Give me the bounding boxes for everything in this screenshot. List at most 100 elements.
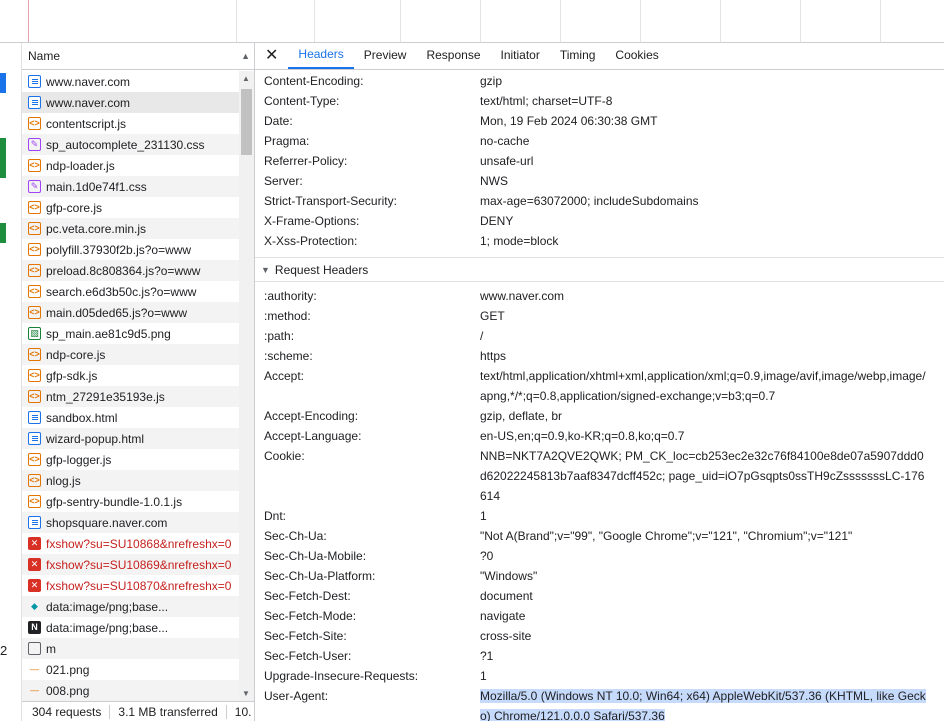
divider xyxy=(109,704,111,719)
header-value[interactable]: navigate xyxy=(480,606,930,626)
header-value[interactable]: max-age=63072000; includeSubdomains xyxy=(480,191,930,211)
timeline-dom-marker xyxy=(28,0,29,42)
header-value[interactable]: unsafe-url xyxy=(480,151,930,171)
header-value[interactable]: "Not A(Brand";v="99", "Google Chrome";v=… xyxy=(480,526,930,546)
request-name: gfp-core.js xyxy=(46,200,103,215)
document-icon xyxy=(28,75,41,88)
request-row[interactable]: <> search.e6d3b50c.js?o=www xyxy=(22,281,240,302)
script-icon: <> xyxy=(28,306,41,319)
stylesheet-icon: ✎ xyxy=(28,180,41,193)
header-value[interactable]: gzip xyxy=(480,71,930,91)
request-row[interactable]: ✕ fxshow?su=SU10870&nrefreshx=0 xyxy=(22,575,240,596)
request-row[interactable]: <> pc.veta.core.min.js xyxy=(22,218,240,239)
tab-cookies[interactable]: Cookies xyxy=(605,42,668,69)
request-row[interactable]: m xyxy=(22,638,240,659)
timeline-gridline xyxy=(314,0,315,42)
request-row[interactable]: wizard-popup.html xyxy=(22,428,240,449)
header-value[interactable]: www.naver.com xyxy=(480,286,930,306)
header-row: Sec-Ch-Ua-Platform: "Windows" xyxy=(255,566,944,586)
header-name: Sec-Ch-Ua: xyxy=(264,529,327,543)
request-row[interactable]: <> ndp-loader.js xyxy=(22,155,240,176)
header-value[interactable]: DENY xyxy=(480,211,930,231)
request-row[interactable]: — 008.png xyxy=(22,680,240,701)
header-row: :authority: www.naver.com xyxy=(255,286,944,306)
scroll-up-icon[interactable]: ▲ xyxy=(242,74,250,83)
tab-headers[interactable]: Headers xyxy=(288,42,354,69)
header-value[interactable]: NWS xyxy=(480,171,930,191)
request-name: ntm_27291e35193e.js xyxy=(46,389,165,404)
request-row[interactable]: www.naver.com xyxy=(22,92,240,113)
request-row[interactable]: <> preload.8c808364.js?o=www xyxy=(22,260,240,281)
header-name: Pragma: xyxy=(264,134,310,148)
header-value[interactable]: Mon, 19 Feb 2024 06:30:38 GMT xyxy=(480,111,930,131)
header-value[interactable]: no-cache xyxy=(480,131,930,151)
tab-timing[interactable]: Timing xyxy=(550,42,606,69)
tab-preview[interactable]: Preview xyxy=(354,42,417,69)
header-value[interactable]: ?0 xyxy=(480,546,930,566)
header-row: Referrer-Policy: unsafe-url xyxy=(255,151,944,171)
header-row: Accept-Language: en-US,en;q=0.9,ko-KR;q=0… xyxy=(255,426,944,446)
header-name: Date: xyxy=(264,114,293,128)
name-column-header[interactable]: Name xyxy=(28,49,60,63)
request-headers-section-toggle[interactable]: ▼ Request Headers xyxy=(255,257,944,282)
tab-response[interactable]: Response xyxy=(416,42,490,69)
header-value[interactable]: Mozilla/5.0 (Windows NT 10.0; Win64; x64… xyxy=(480,686,930,721)
header-value[interactable]: text/html,application/xhtml+xml,applicat… xyxy=(480,366,930,406)
request-row[interactable]: ▧ sp_main.ae81c9d5.png xyxy=(22,323,240,344)
header-value[interactable]: document xyxy=(480,586,930,606)
request-row[interactable]: — 021.png xyxy=(22,659,240,680)
request-row[interactable]: www.naver.com xyxy=(22,71,240,92)
header-value[interactable]: en-US,en;q=0.9,ko-KR;q=0.8,ko;q=0.7 xyxy=(480,426,930,446)
header-value[interactable]: cross-site xyxy=(480,626,930,646)
header-value[interactable]: "Windows" xyxy=(480,566,930,586)
request-row[interactable]: sandbox.html xyxy=(22,407,240,428)
header-row: Pragma: no-cache xyxy=(255,131,944,151)
header-value[interactable]: text/html; charset=UTF-8 xyxy=(480,91,930,111)
request-row[interactable]: <> ntm_27291e35193e.js xyxy=(22,386,240,407)
script-icon: <> xyxy=(28,243,41,256)
header-value[interactable]: GET xyxy=(480,306,930,326)
document-icon xyxy=(28,516,41,529)
header-row: User-Agent: Mozilla/5.0 (Windows NT 10.0;… xyxy=(255,686,944,721)
header-value[interactable]: 1 xyxy=(480,666,930,686)
request-row[interactable]: <> gfp-core.js xyxy=(22,197,240,218)
request-row[interactable]: <> nlog.js xyxy=(22,470,240,491)
header-name: Sec-Fetch-User: xyxy=(264,649,352,663)
request-row[interactable]: <> contentscript.js xyxy=(22,113,240,134)
header-value[interactable]: 1; mode=block xyxy=(480,231,930,251)
image-dash-icon: — xyxy=(30,664,39,674)
tab-initiator[interactable]: Initiator xyxy=(491,42,550,69)
header-value[interactable]: ?1 xyxy=(480,646,930,666)
header-row: Dnt: 1 xyxy=(255,506,944,526)
scrollbar-thumb[interactable] xyxy=(241,89,252,155)
request-list-header[interactable]: Name ▲ xyxy=(22,43,254,70)
request-row[interactable]: <> gfp-sdk.js xyxy=(22,365,240,386)
request-row[interactable]: <> main.d05ded65.js?o=www xyxy=(22,302,240,323)
header-value[interactable]: / xyxy=(480,326,930,346)
request-row[interactable]: shopsquare.naver.com xyxy=(22,512,240,533)
header-value[interactable]: NNB=NKT7A2QVE2QWK; PM_CK_loc=cb253ec2e32… xyxy=(480,446,930,506)
request-row[interactable]: ✕ fxshow?su=SU10868&nrefreshx=0 xyxy=(22,533,240,554)
header-value[interactable]: gzip, deflate, br xyxy=(480,406,930,426)
request-list-scrollbar[interactable]: ▲ ▼ xyxy=(239,71,254,701)
request-row[interactable]: ✎ main.1d0e74f1.css xyxy=(22,176,240,197)
request-row[interactable]: <> ndp-core.js xyxy=(22,344,240,365)
request-row[interactable]: Ndata:image/png;base... xyxy=(22,617,240,638)
header-value[interactable]: 1 xyxy=(480,506,930,526)
request-row[interactable]: ✎ sp_autocomplete_231130.css xyxy=(22,134,240,155)
request-name: gfp-sdk.js xyxy=(46,368,98,383)
close-icon[interactable]: ✕ xyxy=(265,43,278,69)
header-value[interactable]: https xyxy=(480,346,930,366)
header-row: :path: / xyxy=(255,326,944,346)
request-row[interactable]: ◆ data:image/png;base... xyxy=(22,596,240,617)
scroll-down-icon[interactable]: ▼ xyxy=(242,689,250,698)
request-row[interactable]: <> gfp-logger.js xyxy=(22,449,240,470)
header-row: Server: NWS xyxy=(255,171,944,191)
timeline-gridline xyxy=(236,0,237,42)
header-name: Accept-Language: xyxy=(264,429,362,443)
network-timeline[interactable] xyxy=(0,0,944,43)
request-row[interactable]: <> gfp-sentry-bundle-1.0.1.js xyxy=(22,491,240,512)
request-row[interactable]: ✕ fxshow?su=SU10869&nrefreshx=0 xyxy=(22,554,240,575)
request-row[interactable]: <> polyfill.37930f2b.js?o=www xyxy=(22,239,240,260)
header-name: :path: xyxy=(264,329,295,343)
